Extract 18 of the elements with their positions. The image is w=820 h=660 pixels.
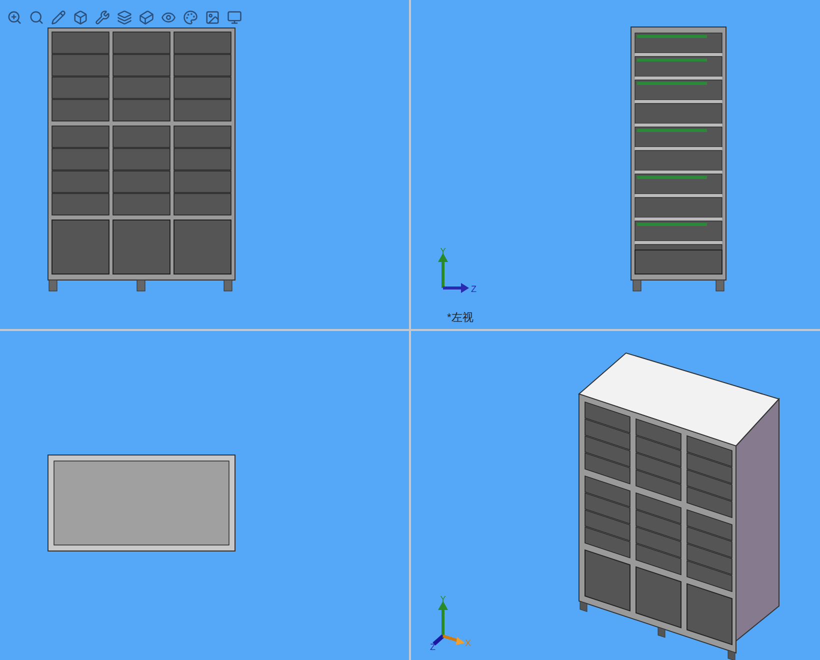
wrench-icon[interactable] xyxy=(94,9,111,26)
image-icon[interactable] xyxy=(204,9,221,26)
monitor-icon[interactable] xyxy=(226,9,243,26)
cube-icon[interactable] xyxy=(138,9,155,26)
pencil-icon[interactable] xyxy=(50,9,67,26)
axis-label: Z xyxy=(471,284,476,294)
view-name-label: *左视 xyxy=(447,313,474,324)
palette-icon[interactable] xyxy=(182,9,199,26)
zoom-in-icon[interactable] xyxy=(6,9,23,26)
axis-label: X xyxy=(465,638,472,648)
search-icon[interactable] xyxy=(28,9,45,26)
axis-triad-icon xyxy=(438,253,469,293)
box-icon[interactable] xyxy=(72,9,89,26)
axis-label: Y xyxy=(440,248,446,256)
axis-label: Y xyxy=(440,596,446,604)
axis-triad-icon xyxy=(432,601,465,646)
layers-icon[interactable] xyxy=(116,9,133,26)
axis-label: Z xyxy=(430,642,436,651)
